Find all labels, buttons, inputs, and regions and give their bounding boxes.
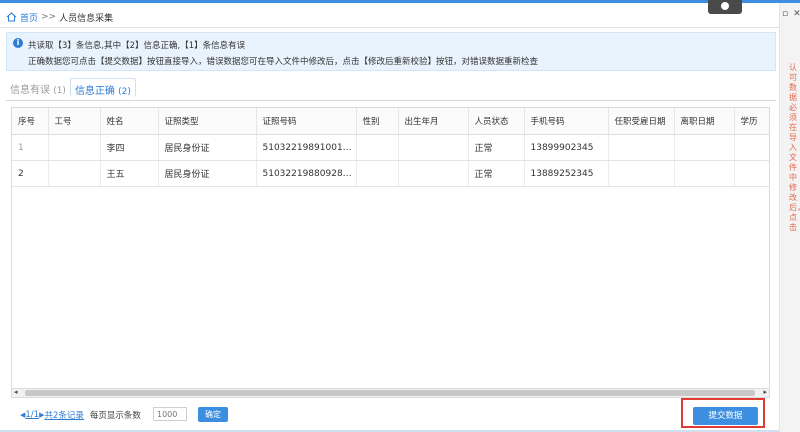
tab-errors[interactable]: 信息有误 (1) xyxy=(6,78,70,97)
scroll-right-icon[interactable]: ▸ xyxy=(763,388,767,396)
data-table: 序号 工号 姓名 证照类型 证照号码 性别 出生年月 人员状态 手机号码 任职受… xyxy=(12,108,769,187)
cell-leave-date xyxy=(674,160,735,187)
cell-name: 王五 xyxy=(100,160,159,187)
cell-employee-id xyxy=(48,160,101,187)
total-records: 共2条记录 xyxy=(44,411,84,421)
side-note: 认可数据必须在导入文件中修改后，点击 xyxy=(789,63,800,232)
tab-correct-label: 信息正确 xyxy=(74,86,115,97)
window-controls[interactable]: ▫✕ xyxy=(782,9,800,19)
cell-phone: 13889252345 xyxy=(524,160,609,187)
close-icon[interactable]: ✕ xyxy=(793,9,800,19)
cell-id-type: 居民身份证 xyxy=(158,160,257,187)
info-banner: i 共读取【3】条信息,其中【2】信息正确,【1】条信息有误 正确数据您可点击【… xyxy=(6,32,776,71)
cell-index: 1 xyxy=(12,134,49,161)
cell-hire-date xyxy=(608,160,675,187)
tab-correct[interactable]: 信息正确 (2) xyxy=(69,78,136,97)
breadcrumb-separator: >> xyxy=(41,12,57,22)
cell-birth xyxy=(398,160,469,187)
grid-footer: ◀ 1/1 ▶ 共2条记录 每页显示条数 确定 提交数据 xyxy=(0,402,779,428)
col-header-status[interactable]: 人员状态 xyxy=(468,108,525,135)
col-header-birth[interactable]: 出生年月 xyxy=(398,108,469,135)
breadcrumb-divider xyxy=(0,27,779,28)
col-header-index[interactable]: 序号 xyxy=(12,108,49,135)
horizontal-scrollbar[interactable]: ◂ ▸ xyxy=(11,388,770,398)
cell-index: 2 xyxy=(12,160,49,187)
restore-icon[interactable]: ▫ xyxy=(782,9,793,19)
info-instructions: 正确数据您可点击【提交数据】按钮直接导入，错误数据您可在导入文件中修改后，点击【… xyxy=(28,57,539,67)
cell-id-number: 51032219880928215 xyxy=(256,160,357,187)
breadcrumb-current: 人员信息采集 xyxy=(59,13,114,24)
col-header-id-number[interactable]: 证照号码 xyxy=(256,108,357,135)
col-header-employee-id[interactable]: 工号 xyxy=(48,108,101,135)
cell-education xyxy=(734,160,769,187)
result-tabs: 信息有误 (1) 信息正确 (2) xyxy=(6,78,136,100)
per-page-label: 每页显示条数 xyxy=(89,411,141,421)
tabs-divider xyxy=(6,100,776,101)
col-header-id-type[interactable]: 证照类型 xyxy=(158,108,257,135)
cell-gender xyxy=(356,134,399,161)
cell-phone: 13899902345 xyxy=(524,134,609,161)
home-icon[interactable] xyxy=(6,12,17,22)
page-indicator[interactable]: 1/1 xyxy=(25,410,39,420)
table-row[interactable]: 1 李四 居民身份证 51032219891001234 正常 13899902… xyxy=(12,134,769,161)
col-header-hire-date[interactable]: 任职受雇日期 xyxy=(608,108,675,135)
col-header-leave-date[interactable]: 离职日期 xyxy=(674,108,735,135)
col-header-gender[interactable]: 性别 xyxy=(356,108,399,135)
table-row[interactable]: 2 王五 居民身份证 51032219880928215 正常 13889252… xyxy=(12,160,769,187)
per-page-input[interactable] xyxy=(153,407,187,421)
cell-education xyxy=(734,134,769,161)
cell-id-number: 51032219891001234 xyxy=(256,134,357,161)
tab-errors-label: 信息有误 xyxy=(10,85,50,96)
cell-name: 李四 xyxy=(100,134,159,161)
top-accent-bar xyxy=(0,0,800,3)
scrollbar-thumb[interactable] xyxy=(25,390,755,396)
col-header-phone[interactable]: 手机号码 xyxy=(524,108,609,135)
cell-employee-id xyxy=(48,134,101,161)
highlight-box xyxy=(681,398,765,428)
col-header-education[interactable]: 学历 xyxy=(734,108,769,135)
confirm-button[interactable]: 确定 xyxy=(198,407,228,422)
pager: ◀ 1/1 ▶ 共2条记录 每页显示条数 xyxy=(20,409,141,421)
data-grid: 序号 工号 姓名 证照类型 证照号码 性别 出生年月 人员状态 手机号码 任职受… xyxy=(11,107,770,389)
cell-birth xyxy=(398,134,469,161)
scroll-left-icon[interactable]: ◂ xyxy=(14,388,18,396)
cell-status: 正常 xyxy=(468,160,525,187)
info-summary: 共读取【3】条信息,其中【2】信息正确,【1】条信息有误 xyxy=(28,41,246,51)
cell-gender xyxy=(356,160,399,187)
cell-leave-date xyxy=(674,134,735,161)
floating-camera-button[interactable] xyxy=(708,0,742,14)
cell-status: 正常 xyxy=(468,134,525,161)
breadcrumb-home[interactable]: 首页 xyxy=(20,11,38,24)
table-header-row: 序号 工号 姓名 证照类型 证照号码 性别 出生年月 人员状态 手机号码 任职受… xyxy=(12,108,769,135)
tab-correct-count: (2) xyxy=(118,87,131,97)
cell-hire-date xyxy=(608,134,675,161)
breadcrumb: 首页 >> 人员信息采集 xyxy=(6,10,113,24)
info-icon: i xyxy=(13,38,23,48)
cell-id-type: 居民身份证 xyxy=(158,134,257,161)
col-header-name[interactable]: 姓名 xyxy=(100,108,159,135)
tab-errors-count: (1) xyxy=(53,86,66,96)
